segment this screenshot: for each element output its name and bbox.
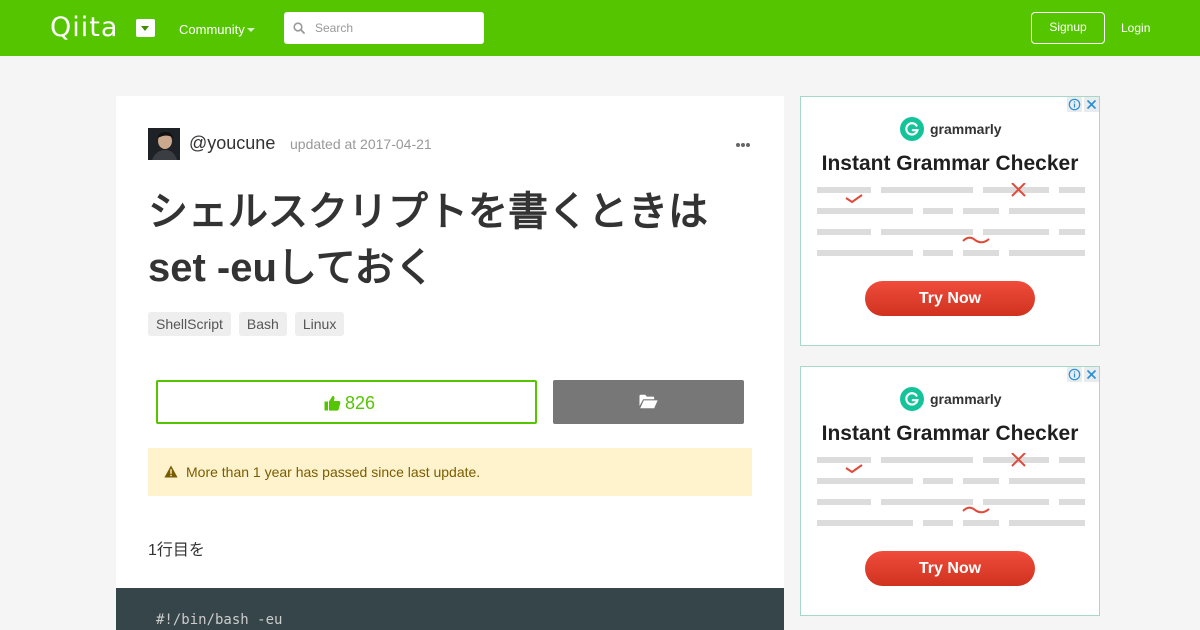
like-count: 826: [345, 393, 376, 413]
more-horizontal-icon[interactable]: [736, 142, 752, 148]
body-paragraph: 1行目を: [148, 542, 205, 559]
ad-brand-logo: grammarly: [900, 387, 1002, 411]
search-box[interactable]: [284, 12, 484, 44]
ad-brand-name: grammarly: [930, 121, 1002, 137]
warning-icon: [164, 465, 178, 478]
close-icon[interactable]: [1084, 367, 1099, 382]
grammarly-logo-icon: [900, 117, 924, 141]
close-icon[interactable]: [1084, 97, 1099, 112]
ad-banner[interactable]: grammarly Instant Grammar Checker Try No…: [800, 366, 1100, 616]
ad-brand-name: grammarly: [930, 391, 1002, 407]
search-icon: [293, 22, 305, 34]
ad-controls: [1067, 97, 1099, 112]
site-logo[interactable]: Qiita: [50, 13, 118, 43]
community-chevron-icon[interactable]: [247, 28, 255, 32]
tag-list: ShellScript Bash Linux: [148, 312, 345, 336]
code-block: #!/bin/bash -eu: [116, 588, 784, 630]
avatar-image: [148, 128, 180, 160]
info-icon[interactable]: [1067, 367, 1082, 382]
author-username[interactable]: @youcune: [189, 133, 275, 153]
article-title: シェルスクリプトを書くときは set -euしておく: [148, 184, 768, 296]
tag-shellscript[interactable]: ShellScript: [148, 312, 231, 336]
like-content: 826: [324, 393, 375, 413]
site-header: Qiita Community Signup Login: [0, 0, 1200, 56]
avatar[interactable]: [148, 128, 180, 160]
info-icon[interactable]: [1067, 97, 1082, 112]
ad-headline: Instant Grammar Checker: [821, 422, 1079, 445]
like-button[interactable]: 826: [156, 380, 537, 424]
tag-bash[interactable]: Bash: [238, 312, 287, 336]
chevron-down-icon[interactable]: [136, 19, 155, 37]
ad-cta-button[interactable]: Try Now: [865, 281, 1035, 316]
code-line: #!/bin/bash -eu: [156, 612, 283, 628]
thumbs-up-icon: [324, 395, 341, 411]
folder-open-icon: [639, 394, 658, 409]
updated-date: updated at 2017-04-21: [290, 136, 432, 152]
ad-cta-button[interactable]: Try Now: [865, 551, 1035, 586]
grammarly-logo-icon: [900, 387, 924, 411]
tag-linux[interactable]: Linux: [294, 312, 345, 336]
title-line-2: set -euしておく: [148, 246, 435, 290]
ad-brand-logo: grammarly: [900, 117, 1002, 141]
ad-illustration: [817, 183, 1085, 256]
ad-illustration: [817, 453, 1085, 526]
ad-controls: [1067, 367, 1099, 382]
login-link[interactable]: Login: [1121, 20, 1150, 36]
ad-headline: Instant Grammar Checker: [821, 152, 1079, 175]
search-input[interactable]: [315, 19, 475, 37]
stock-button[interactable]: [553, 380, 744, 424]
outdated-alert: More than 1 year has passed since last u…: [148, 448, 752, 496]
title-line-1: シェルスクリプトを書くときは: [148, 190, 708, 234]
alert-text: More than 1 year has passed since last u…: [186, 464, 481, 480]
article-card: @youcune updated at 2017-04-21 シェルスクリプトを…: [116, 96, 784, 630]
community-menu[interactable]: Community: [179, 22, 245, 38]
ad-banner[interactable]: grammarly Instant Grammar Checker Try No…: [800, 96, 1100, 346]
signup-button[interactable]: Signup: [1031, 12, 1105, 44]
